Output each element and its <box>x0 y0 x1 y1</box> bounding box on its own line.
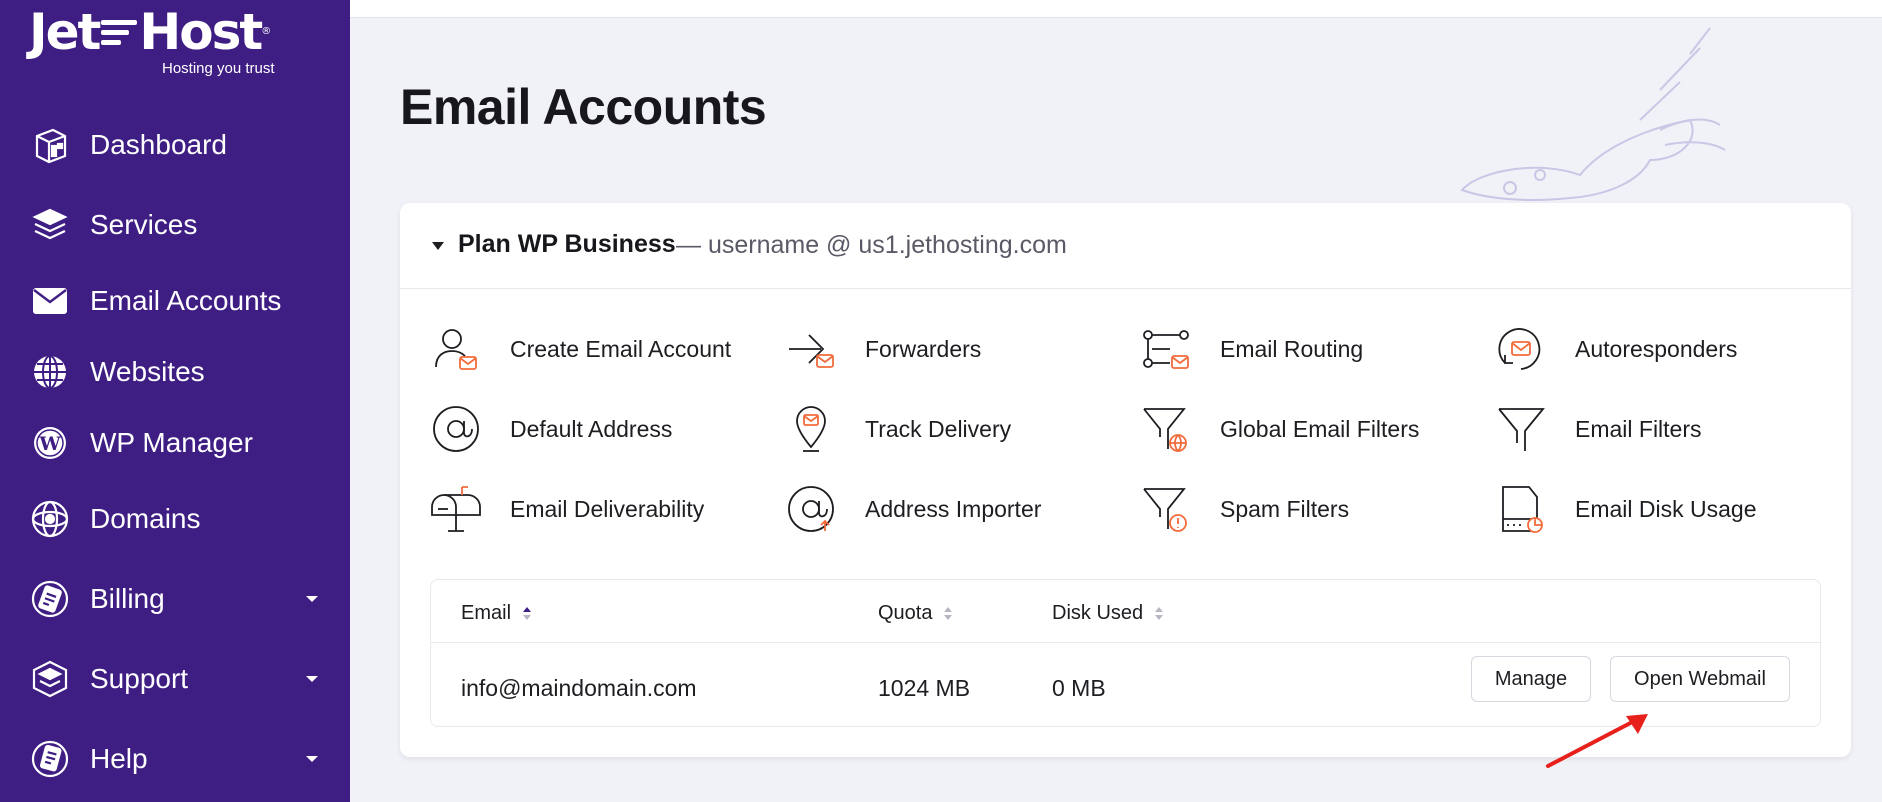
sidebar-label-wp-manager: WP Manager <box>90 427 253 458</box>
tool-label: Email Routing <box>1220 335 1364 362</box>
services-icon <box>30 205 70 245</box>
tool-label: Default Address <box>510 415 673 442</box>
track-delivery-icon <box>796 406 826 452</box>
create-email-account-icon <box>435 329 477 370</box>
envelope-icon <box>30 281 70 321</box>
cell-disk-used: 0 MB <box>1052 675 1106 701</box>
sidebar-label-email-accounts: Email Accounts <box>90 285 282 316</box>
email-routing-icon <box>1143 330 1189 369</box>
sidebar-label-billing: Billing <box>90 583 165 614</box>
tool-email-disk-usage[interactable]: Email Disk Usage <box>1465 479 1805 539</box>
tool-track-delivery[interactable]: Track Delivery <box>755 399 1095 459</box>
tool-label: Email Disk Usage <box>1575 495 1757 522</box>
tool-label: Global Email Filters <box>1220 415 1420 442</box>
sidebar-label-domains: Domains <box>90 503 201 534</box>
tool-label: Track Delivery <box>865 415 1012 442</box>
sidebar-label-dashboard: Dashboard <box>90 129 227 160</box>
sidebar-label-websites: Websites <box>90 356 205 387</box>
email-accounts-table: Email Quota Disk Used info@maindomain.co… <box>430 579 1821 727</box>
billing-icon <box>30 579 70 619</box>
sidebar-item-help[interactable]: Help <box>0 729 350 789</box>
cell-quota: 1024 MB <box>878 675 971 701</box>
column-header-email[interactable]: Email <box>461 602 532 625</box>
plan-account-details: — username @ us1.jethosting.com <box>676 231 1067 259</box>
column-header-disk-used[interactable]: Disk Used <box>1052 602 1164 625</box>
open-webmail-button[interactable]: Open Webmail <box>1610 656 1790 702</box>
plan-card: Plan WP Business — username @ us1.jethos… <box>400 203 1851 757</box>
tool-global-email-filters[interactable]: Global Email Filters <box>1110 399 1450 459</box>
table-divider <box>431 642 1820 643</box>
decorative-illustration <box>1460 27 1726 201</box>
tool-email-routing[interactable]: Email Routing <box>1110 319 1450 379</box>
tool-email-deliverability[interactable]: Email Deliverability <box>400 479 740 539</box>
caret-down-icon <box>432 242 444 250</box>
help-chevron-down-icon <box>306 756 318 762</box>
tool-label: Email Deliverability <box>510 495 705 522</box>
sidebar-item-wp-manager[interactable]: W WP Manager <box>0 413 350 473</box>
tool-autoresponders[interactable]: Autoresponders <box>1465 319 1805 379</box>
tool-label: Autoresponders <box>1575 335 1738 362</box>
spam-filter-icon <box>1143 488 1187 532</box>
sidebar: Jet Host ® Hosting you trust Dashboard S… <box>0 0 350 802</box>
autoresponders-icon <box>1498 328 1541 370</box>
tool-label: Forwarders <box>865 335 982 362</box>
jethost-logo[interactable]: Jet Host ® Hosting you trust <box>29 4 289 80</box>
tool-create-email-account[interactable]: Create Email Account <box>400 319 740 379</box>
registered-mark: ® <box>261 26 271 37</box>
sidebar-item-email-accounts[interactable]: Email Accounts <box>0 271 350 331</box>
sidebar-label-support: Support <box>90 663 189 694</box>
sidebar-item-support[interactable]: Support <box>0 649 350 709</box>
help-icon <box>30 739 70 779</box>
cell-email: info@maindomain.com <box>461 675 697 701</box>
tool-forwarders[interactable]: Forwarders <box>755 319 1095 379</box>
annotation-arrow-icon <box>1546 714 1648 768</box>
tool-default-address[interactable]: Default Address <box>400 399 740 459</box>
sidebar-item-domains[interactable]: Domains <box>0 489 350 549</box>
logo-tagline: Hosting you trust <box>162 60 275 77</box>
logo-text-right: Host <box>139 3 263 61</box>
sidebar-item-dashboard[interactable]: Dashboard <box>0 115 350 175</box>
tool-label: Create Email Account <box>510 335 732 362</box>
sidebar-item-services[interactable]: Services <box>0 195 350 255</box>
sidebar-item-websites[interactable]: Websites <box>0 342 350 402</box>
top-bar <box>350 0 1882 18</box>
dashboard-icon <box>30 125 70 165</box>
tool-label: Spam Filters <box>1220 495 1350 522</box>
sort-icon <box>1155 607 1164 620</box>
at-sign-icon <box>433 406 479 452</box>
forwarders-icon <box>789 334 834 368</box>
support-icon <box>30 659 70 699</box>
manage-button[interactable]: Manage <box>1471 656 1591 702</box>
mailbox-icon <box>431 486 481 532</box>
wordpress-icon: W <box>30 423 70 463</box>
globe-icon <box>30 352 70 392</box>
column-header-label: Email <box>461 602 512 624</box>
plan-header-toggle[interactable]: Plan WP Business — username @ us1.jethos… <box>400 203 1851 289</box>
svg-text:W: W <box>38 433 61 455</box>
sidebar-label-services: Services <box>90 209 198 240</box>
domains-icon <box>30 499 70 539</box>
tool-address-importer[interactable]: Address Importer <box>755 479 1095 539</box>
billing-chevron-down-icon <box>306 596 318 602</box>
sort-icon <box>944 607 953 620</box>
filter-icon <box>1498 408 1545 451</box>
support-chevron-down-icon <box>306 676 318 682</box>
address-importer-icon <box>788 486 834 532</box>
logo-text-left: Jet <box>29 3 101 61</box>
plan-name: Plan WP Business <box>458 230 676 258</box>
page-title: Email Accounts <box>400 79 767 135</box>
sort-icon <box>523 607 532 620</box>
disk-usage-icon <box>1502 486 1543 533</box>
tool-email-filters[interactable]: Email Filters <box>1465 399 1805 459</box>
sidebar-item-billing[interactable]: Billing <box>0 569 350 629</box>
tool-label: Address Importer <box>865 495 1042 522</box>
tool-spam-filters[interactable]: Spam Filters <box>1110 479 1450 539</box>
column-header-label: Disk Used <box>1052 602 1144 624</box>
global-filter-icon <box>1143 408 1187 453</box>
column-header-quota[interactable]: Quota <box>878 602 953 625</box>
sidebar-label-help: Help <box>90 743 148 774</box>
logo-speed-lines <box>101 19 138 45</box>
column-header-label: Quota <box>878 602 933 624</box>
tool-label: Email Filters <box>1575 415 1702 442</box>
